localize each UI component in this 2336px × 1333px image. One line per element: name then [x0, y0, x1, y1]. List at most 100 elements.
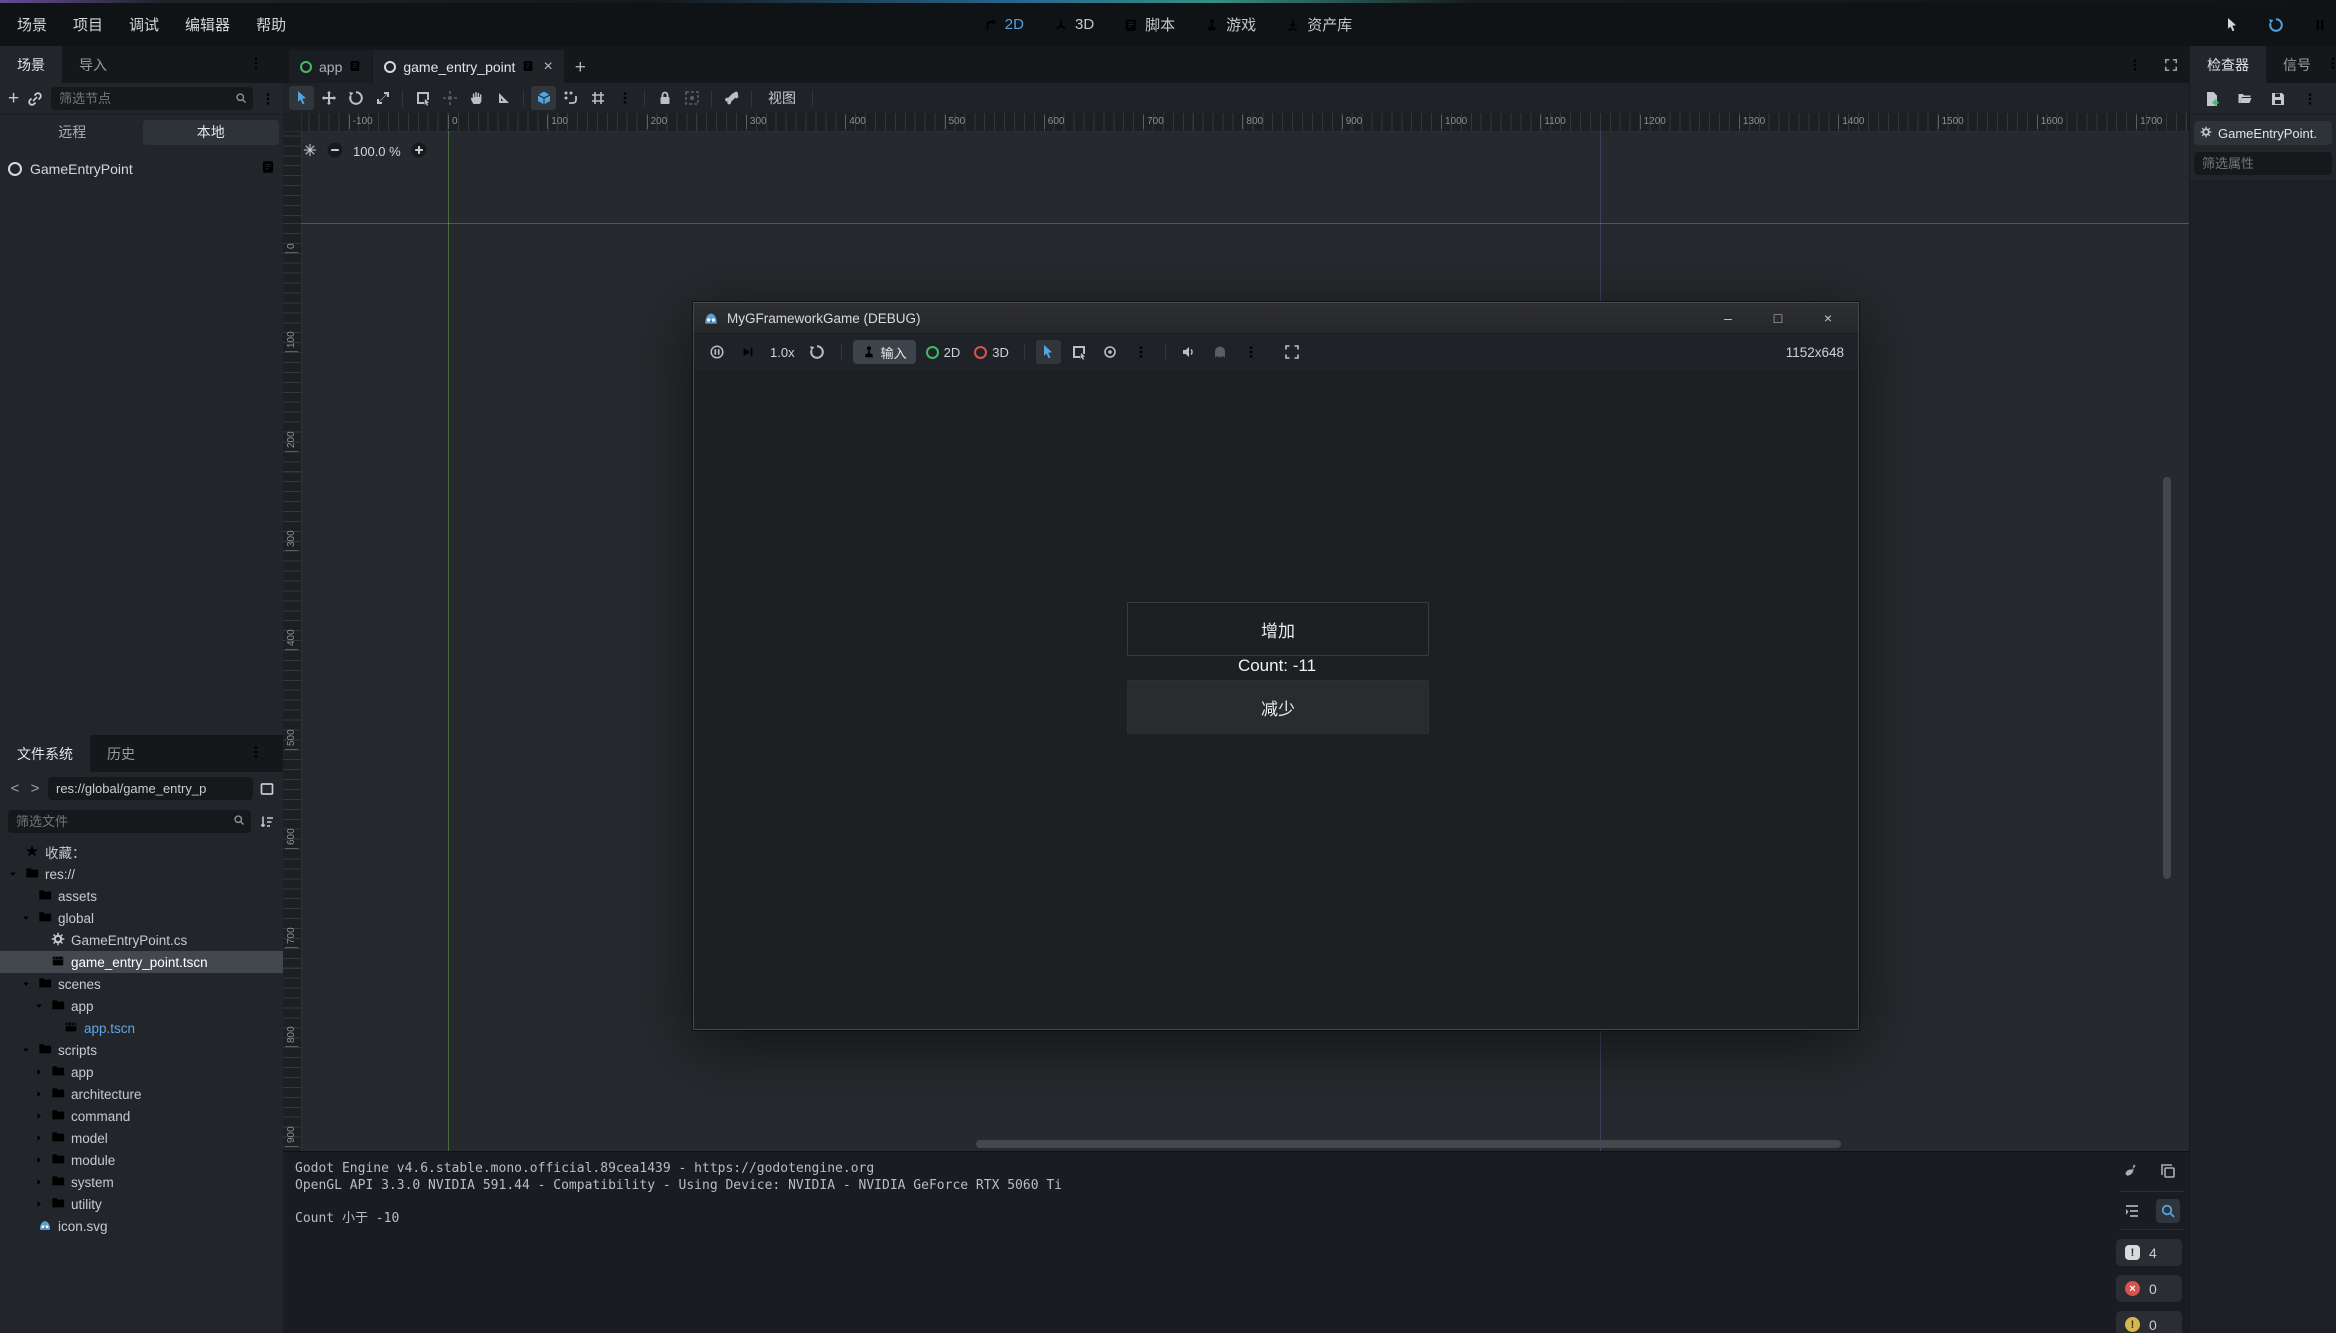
clear-output-icon[interactable]	[2120, 1159, 2144, 1183]
input-mode-button[interactable]: 输入	[853, 340, 916, 364]
scene-tree-menu-icon[interactable]	[261, 92, 275, 106]
file-tree-item-app[interactable]: app	[0, 995, 283, 1017]
scene-dock-menu-icon[interactable]	[249, 56, 263, 70]
chevron-right-icon[interactable]	[34, 1067, 51, 1077]
embed-fullscreen-icon[interactable]	[1280, 340, 1305, 364]
tab-signals[interactable]: 信号	[2266, 46, 2328, 83]
pan-tool-icon[interactable]	[464, 86, 489, 110]
path-input[interactable]	[48, 777, 253, 800]
file-tree-item-command[interactable]: command	[0, 1105, 283, 1127]
next-frame-icon[interactable]	[735, 340, 760, 364]
workspace-脚本[interactable]: 脚本	[1124, 14, 1175, 35]
split-mode-icon[interactable]	[259, 780, 275, 797]
chevron-right-icon[interactable]	[34, 1133, 51, 1143]
suspend-icon[interactable]	[704, 340, 729, 364]
select-tool-icon[interactable]	[289, 86, 314, 110]
speed-selector[interactable]: 1.0x	[770, 345, 795, 360]
file-tree-item-GameEntryPoint.cs[interactable]: GameEntryPoint.cs	[0, 929, 283, 951]
tab-list-menu-icon[interactable]	[2128, 58, 2142, 75]
file-tree-item-app.tscn[interactable]: app.tscn	[0, 1017, 283, 1039]
file-tree-item-icon.svg[interactable]: icon.svg	[0, 1215, 283, 1237]
smart-snap-icon[interactable]	[531, 86, 556, 110]
error-count-badge[interactable]: × 0	[2116, 1275, 2182, 1302]
chevron-down-icon[interactable]	[34, 1001, 51, 1011]
decrease-button[interactable]: 减少	[1127, 680, 1429, 734]
viewport-vscrollbar[interactable]	[2163, 477, 2171, 879]
file-tree-item-game_entry_point.tscn[interactable]: game_entry_point.tscn	[0, 951, 283, 973]
file-tree-item-architecture[interactable]: architecture	[0, 1083, 283, 1105]
mode-2d-button[interactable]: 2D	[926, 345, 961, 360]
file-tree-item-global[interactable]: global	[0, 907, 283, 929]
menubar-item[interactable]: 调试	[116, 14, 172, 35]
local-button[interactable]: 本地	[143, 120, 280, 145]
collapse-duplicates-icon[interactable]	[2120, 1199, 2144, 1223]
canvas-viewport[interactable]: -100010020030040050060070080090010001100…	[283, 113, 2190, 1152]
add-node-icon[interactable]: +	[8, 91, 19, 107]
workspace-2D[interactable]: 2D	[984, 16, 1024, 33]
center-view-icon[interactable]	[303, 143, 317, 160]
view-menu[interactable]: 视图	[759, 88, 805, 108]
maximize-button[interactable]: □	[1757, 310, 1799, 326]
file-tree-item-fav[interactable]: 收藏：	[0, 841, 283, 863]
workspace-游戏[interactable]: 游戏	[1205, 14, 1256, 35]
ruler-tool-icon[interactable]	[491, 86, 516, 110]
menubar-item[interactable]: 场景	[4, 14, 60, 35]
file-tree-item-module[interactable]: module	[0, 1149, 283, 1171]
game-select-cursor-icon[interactable]	[2220, 13, 2244, 37]
file-tree-item-model[interactable]: model	[0, 1127, 283, 1149]
back-icon[interactable]: <	[8, 780, 22, 797]
chevron-right-icon[interactable]	[34, 1177, 51, 1187]
chevron-down-icon[interactable]	[21, 1045, 38, 1055]
warning-count-badge[interactable]: ! 0	[2116, 1311, 2182, 1333]
rotate-tool-icon[interactable]	[343, 86, 368, 110]
scene-root-node-row[interactable]: GameEntryPoint	[0, 156, 283, 181]
instance-scene-icon[interactable]	[27, 90, 43, 107]
game-window-titlebar[interactable]: MyGFrameworkGame (DEBUG) – □ ×	[694, 303, 1858, 334]
edited-node-chip[interactable]: GameEntryPoint.	[2194, 121, 2332, 145]
file-tree-item-scripts[interactable]: scripts	[0, 1039, 283, 1061]
remote-button[interactable]: 远程	[4, 120, 141, 145]
pause-game-icon[interactable]	[2308, 13, 2332, 37]
copy-output-icon[interactable]	[2156, 1159, 2180, 1183]
file-tree-item-res[interactable]: res://	[0, 863, 283, 885]
new-scene-tab-icon[interactable]: +	[565, 57, 596, 79]
search-output-icon[interactable]	[2156, 1199, 2180, 1223]
tab-inspector[interactable]: 检查器	[2190, 46, 2266, 83]
close-button[interactable]: ×	[1807, 310, 1849, 326]
forward-icon[interactable]: >	[28, 780, 42, 797]
game-select-menu-icon[interactable]	[1129, 340, 1154, 364]
game-camera-override-icon[interactable]	[1098, 340, 1123, 364]
audio-mute-icon[interactable]	[1177, 340, 1202, 364]
close-tab-icon[interactable]: ×	[543, 58, 552, 76]
tab-filesystem[interactable]: 文件系统	[0, 735, 90, 772]
scale-tool-icon[interactable]	[370, 86, 395, 110]
reset-speed-icon[interactable]	[805, 340, 830, 364]
message-count-badge[interactable]: ! 4	[2116, 1239, 2182, 1266]
menubar-item[interactable]: 帮助	[243, 14, 299, 35]
sort-files-icon[interactable]	[259, 812, 275, 829]
zoom-level[interactable]: 100.0 %	[353, 144, 401, 159]
filesystem-menu-icon[interactable]	[249, 745, 263, 759]
game-select-tool-icon[interactable]	[1036, 340, 1061, 364]
filter-properties-input[interactable]	[2194, 152, 2332, 175]
attached-script-icon[interactable]	[261, 160, 275, 177]
mode-3d-button[interactable]: 3D	[974, 345, 1009, 360]
debug-overlay-icon[interactable]	[1208, 340, 1233, 364]
game-options-menu-icon[interactable]	[1239, 340, 1264, 364]
workspace-资产库[interactable]: 资产库	[1286, 14, 1352, 35]
chevron-down-icon[interactable]	[8, 869, 25, 879]
tab-history[interactable]: 历史	[90, 735, 152, 772]
skeleton-options-icon[interactable]	[719, 86, 744, 110]
move-pivot-tool-icon[interactable]	[437, 86, 462, 110]
scene-tab-game_entry_point[interactable]: game_entry_point ×	[373, 50, 563, 83]
file-tree-item-assets[interactable]: assets	[0, 885, 283, 907]
restart-game-icon[interactable]	[2264, 13, 2288, 37]
chevron-right-icon[interactable]	[34, 1111, 51, 1121]
menubar-item[interactable]: 项目	[60, 14, 116, 35]
scene-tab-app[interactable]: app	[289, 50, 372, 83]
file-tree-item-utility[interactable]: utility	[0, 1193, 283, 1215]
file-tree-item-scenes[interactable]: scenes	[0, 973, 283, 995]
menubar-item[interactable]: 编辑器	[172, 14, 243, 35]
minimize-button[interactable]: –	[1707, 310, 1749, 326]
load-resource-icon[interactable]	[2237, 90, 2253, 107]
